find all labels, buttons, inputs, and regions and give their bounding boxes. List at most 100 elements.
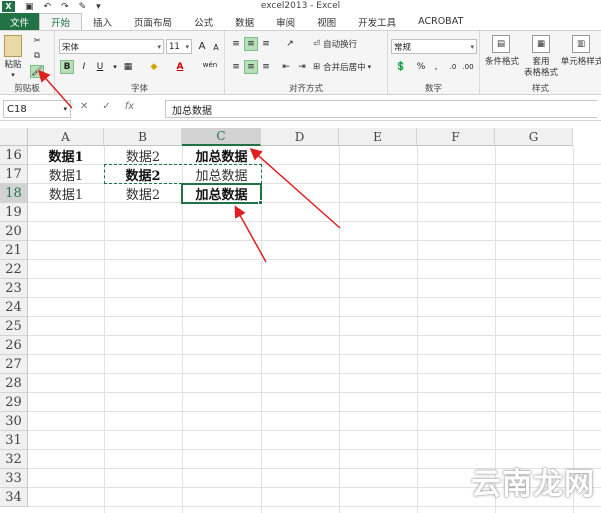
- bold-button[interactable]: B: [60, 60, 74, 74]
- cell-styles-button[interactable]: 单元格样式: [560, 55, 601, 67]
- row-header-18[interactable]: 18: [0, 184, 28, 203]
- row-header-31[interactable]: 31: [0, 431, 28, 450]
- column-header-a[interactable]: A: [28, 128, 104, 146]
- wrap-text-icon: ⏎: [313, 39, 321, 49]
- borders-icon[interactable]: ▦: [121, 60, 135, 74]
- row-header-26[interactable]: 26: [0, 336, 28, 355]
- cell-a17[interactable]: 数据1: [28, 165, 104, 184]
- cell-b18[interactable]: 数据2: [104, 184, 182, 203]
- align-right-icon[interactable]: ≡: [259, 60, 273, 74]
- paste-dropdown-icon[interactable]: ▾: [8, 71, 18, 79]
- row-header-32[interactable]: 32: [0, 450, 28, 469]
- conditional-format-button[interactable]: 条件格式: [482, 55, 522, 67]
- shrink-font-button[interactable]: A: [209, 40, 223, 54]
- fill-color-icon[interactable]: ◆: [147, 60, 161, 74]
- align-left-icon[interactable]: ≡: [229, 60, 243, 74]
- row-header-16[interactable]: 16: [0, 146, 28, 165]
- insert-function-icon[interactable]: fx: [125, 101, 134, 112]
- format-painter-icon[interactable]: 🖌: [30, 65, 44, 78]
- tab-home[interactable]: 开始: [39, 13, 83, 30]
- wrap-text-button[interactable]: ⏎ 自动换行: [313, 37, 388, 51]
- increase-decimal-icon[interactable]: .0: [446, 60, 460, 74]
- grow-font-button[interactable]: A: [195, 39, 209, 53]
- cell-styles-icon[interactable]: ▥: [572, 35, 590, 53]
- italic-button[interactable]: I: [77, 60, 91, 74]
- font-size-select[interactable]: 11 ▾: [166, 39, 192, 54]
- formula-input[interactable]: 加总数据: [165, 100, 597, 118]
- row-header-20[interactable]: 20: [0, 222, 28, 241]
- row-header-30[interactable]: 30: [0, 412, 28, 431]
- styles-group-label: 样式: [531, 84, 549, 94]
- phonetic-button[interactable]: wén: [200, 58, 220, 72]
- cell-b16[interactable]: 数据2: [104, 146, 182, 165]
- column-header-b[interactable]: B: [104, 128, 182, 146]
- row-header-27[interactable]: 27: [0, 355, 28, 374]
- row-header-29[interactable]: 29: [0, 393, 28, 412]
- row-header-24[interactable]: 24: [0, 298, 28, 317]
- row-header-17[interactable]: 17: [0, 165, 28, 184]
- merge-center-icon: ⊞: [313, 62, 321, 72]
- orientation-icon[interactable]: ↗: [283, 37, 297, 51]
- align-center-icon[interactable]: ≡: [244, 60, 258, 74]
- column-header-d[interactable]: D: [261, 128, 339, 146]
- tab-insert[interactable]: 插入: [82, 13, 123, 30]
- column-header-c[interactable]: C: [182, 128, 261, 146]
- tab-acrobat[interactable]: ACROBAT: [407, 13, 474, 30]
- accounting-format-icon[interactable]: 💲: [391, 60, 411, 74]
- cut-icon[interactable]: ✂: [30, 34, 44, 47]
- column-header-f[interactable]: F: [417, 128, 495, 146]
- format-as-table-line2[interactable]: 表格格式: [522, 66, 560, 78]
- row-header-21[interactable]: 21: [0, 241, 28, 260]
- row-header-33[interactable]: 33: [0, 469, 28, 488]
- increase-indent-icon[interactable]: ⇥: [295, 60, 309, 74]
- gridline: [28, 221, 601, 222]
- copy-icon[interactable]: ⧉: [30, 49, 44, 62]
- tab-developer[interactable]: 开发工具: [347, 13, 407, 30]
- font-group-label: 字体: [130, 84, 148, 94]
- row-header-25[interactable]: 25: [0, 317, 28, 336]
- format-as-table-icon[interactable]: ▦: [532, 35, 550, 53]
- row-header-22[interactable]: 22: [0, 260, 28, 279]
- number-format-select[interactable]: 常规 ▾: [391, 39, 477, 54]
- select-all-corner[interactable]: [0, 128, 28, 146]
- title-bar: X ▣ ↶ ↷ ✎ ▾ excel2013 - Excel: [0, 0, 601, 13]
- row-header-28[interactable]: 28: [0, 374, 28, 393]
- enter-icon[interactable]: ✓: [102, 101, 110, 112]
- font-name-select[interactable]: 宋体 ▾: [59, 39, 164, 54]
- underline-button[interactable]: U: [93, 60, 107, 74]
- font-color-icon[interactable]: A: [173, 60, 187, 74]
- tab-review[interactable]: 审阅: [265, 13, 306, 30]
- column-header-e[interactable]: E: [339, 128, 417, 146]
- decrease-indent-icon[interactable]: ⇤: [279, 60, 293, 74]
- tab-page-layout[interactable]: 页面布局: [123, 13, 183, 30]
- column-header-g[interactable]: G: [495, 128, 573, 146]
- percent-button[interactable]: %: [414, 60, 428, 74]
- merge-center-button[interactable]: ⊞ 合并后居中 ▾: [313, 60, 388, 74]
- worksheet-grid[interactable]: A B C D E F G 16 17 18 19 20 21 22 23 24…: [0, 128, 601, 513]
- tab-view[interactable]: 视图: [306, 13, 347, 30]
- name-box[interactable]: C18 ▾: [3, 100, 71, 118]
- gridline: [28, 506, 601, 507]
- cell-a16[interactable]: 数据1: [28, 146, 104, 165]
- align-bottom-icon[interactable]: ≡: [259, 37, 273, 51]
- underline-dropdown-icon[interactable]: ▾: [108, 60, 122, 74]
- tab-file[interactable]: 文件: [0, 13, 40, 30]
- conditional-format-icon[interactable]: ▤: [492, 35, 510, 53]
- row-header-23[interactable]: 23: [0, 279, 28, 298]
- align-top-icon[interactable]: ≡: [229, 37, 243, 51]
- row-header-19[interactable]: 19: [0, 203, 28, 222]
- font-group: 宋体 ▾ 11 ▾ A A B I U ▾ ▦ ◆ A wén 字体: [55, 31, 225, 95]
- align-middle-icon[interactable]: ≡: [244, 37, 258, 51]
- comma-button[interactable]: ,: [429, 60, 443, 74]
- row-header-34[interactable]: 34: [0, 488, 28, 507]
- tab-formulas[interactable]: 公式: [183, 13, 224, 30]
- paste-icon[interactable]: [4, 35, 22, 57]
- fill-handle[interactable]: [258, 200, 263, 205]
- cancel-icon[interactable]: ✕: [80, 101, 88, 112]
- active-cell-selection[interactable]: [181, 183, 262, 204]
- cell-c16[interactable]: 加总数据: [182, 146, 261, 165]
- paste-button[interactable]: 粘贴: [0, 58, 26, 70]
- cell-a18[interactable]: 数据1: [28, 184, 104, 203]
- tab-data[interactable]: 数据: [224, 13, 265, 30]
- decrease-decimal-icon[interactable]: .00: [461, 60, 475, 74]
